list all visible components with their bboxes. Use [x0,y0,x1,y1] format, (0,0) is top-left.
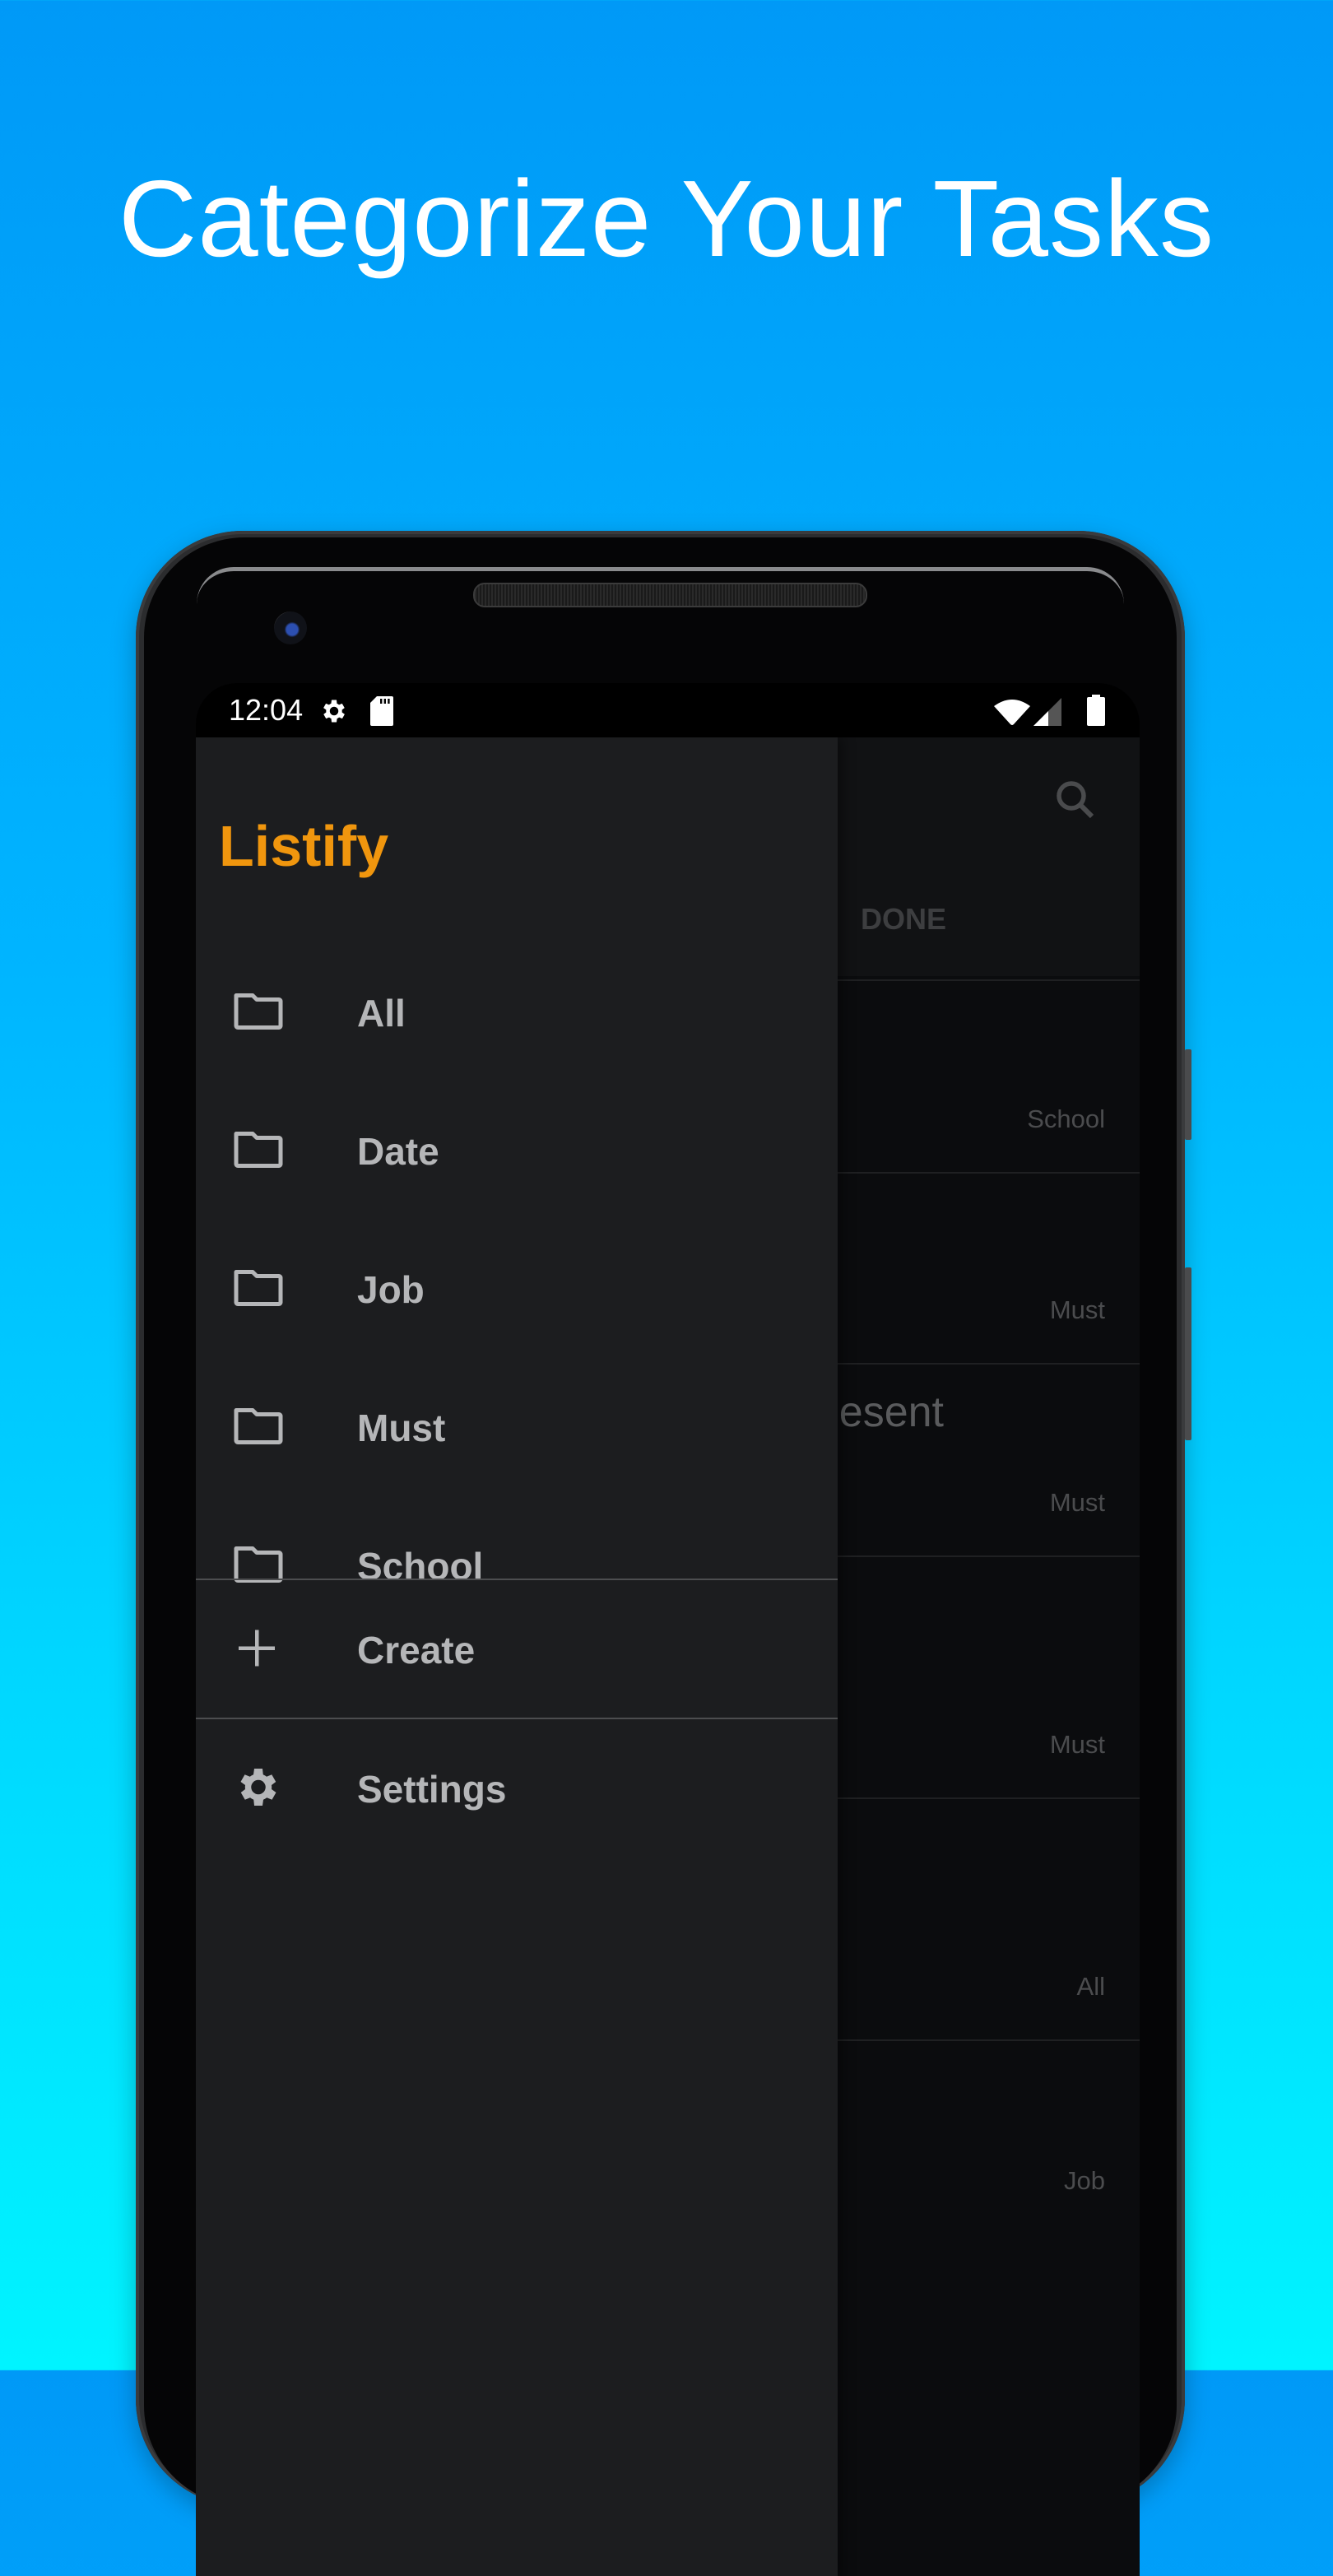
status-bar: 12:04 [196,683,1140,737]
task-tag: School [1027,1104,1105,1133]
menu-label: Settings [357,1768,507,1811]
front-camera [274,611,307,644]
sd-card-icon [370,696,393,730]
phone-frame: 12:04 DONE School Must esent Must Must A… [136,531,1191,2576]
status-time: 12:04 [229,693,304,727]
task-tag: All [1076,1972,1105,2001]
drawer-divider [196,1579,838,1580]
drawer-item-date[interactable]: Date [196,1090,838,1213]
drawer-item-must[interactable]: Must [196,1366,838,1490]
drawer-item-job[interactable]: Job [196,1228,838,1351]
menu-label: All [357,992,406,1035]
power-button [1185,1049,1191,1140]
plus-icon [239,1630,275,1671]
screen: 12:04 DONE School Must esent Must Must A… [196,683,1140,2576]
menu-label: Create [357,1629,476,1672]
task-tag: Job [1064,2166,1105,2195]
menu-label: School [357,1545,484,1588]
folder-icon [234,993,283,1035]
folder-icon [234,1546,283,1588]
drawer-item-all[interactable]: All [196,951,838,1075]
earpiece-speaker [473,583,867,607]
task-tag: Must [1049,1488,1105,1517]
settings-gear-icon [319,696,349,730]
wifi-icon [994,698,1030,730]
menu-label: Date [357,1130,439,1173]
search-button[interactable] [1051,775,1100,825]
drawer-item-settings[interactable]: Settings [196,1727,838,1851]
phone-face: 12:04 DONE School Must esent Must Must A… [144,537,1177,2576]
folder-icon [234,1131,283,1173]
search-icon [1057,781,1094,819]
battery-icon [1086,695,1106,730]
task-tag: Must [1049,1295,1105,1324]
folder-icon [234,1407,283,1449]
volume-button [1185,1267,1191,1440]
drawer-item-create[interactable]: Create [196,1588,838,1712]
tab-done[interactable]: DONE [861,902,946,937]
menu-label: Must [357,1407,446,1449]
menu-label: Job [357,1268,425,1311]
folder-icon [234,1269,283,1311]
task-title: esent [838,1388,944,1436]
navigation-drawer: Listify All Date Job Must School Create … [196,737,838,2576]
drawer-divider [196,1718,838,1719]
task-tag: Must [1049,1730,1105,1759]
gear-icon [234,1763,283,1816]
cellular-signal-icon [1033,698,1061,730]
headline: Categorize Your Tasks [118,158,1215,279]
app-title: Listify [219,814,389,878]
